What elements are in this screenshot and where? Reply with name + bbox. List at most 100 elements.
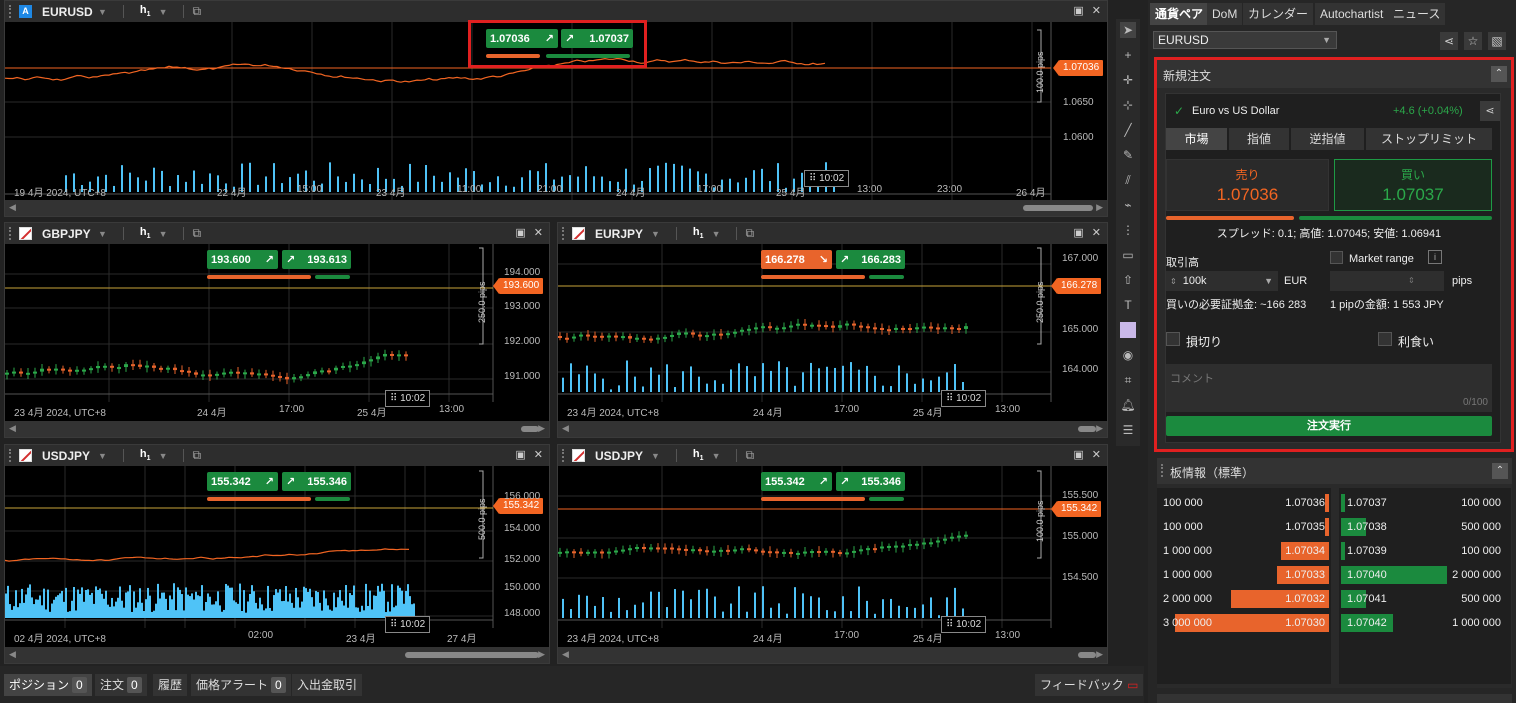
bid-row[interactable]: 1 000 000 1.07034	[1157, 542, 1331, 560]
close-icon[interactable]: ✕	[1092, 226, 1101, 239]
close-icon[interactable]: ✕	[1092, 4, 1101, 17]
chevron-down-icon[interactable]: ▼	[712, 229, 721, 239]
chevron-down-icon[interactable]: ▼	[712, 451, 721, 461]
symbol-name[interactable]: EURUSD	[42, 5, 98, 19]
pair-select[interactable]: EURUSD ▼	[1153, 31, 1337, 49]
symbol-name[interactable]: GBPJPY	[42, 227, 98, 241]
tab-calendar[interactable]: カレンダー	[1243, 3, 1314, 25]
symbol-name[interactable]: EURJPY	[595, 227, 651, 241]
camera-icon[interactable]: ⌗	[1120, 372, 1136, 388]
buy-quote-box[interactable]: ↗ 155.346	[282, 472, 351, 491]
bid-row[interactable]: 1 000 000 1.07033	[1157, 566, 1331, 584]
bid-row[interactable]: 2 000 000 1.07032	[1157, 590, 1331, 608]
volume-input[interactable]: ⇕ 100k ▼	[1166, 271, 1278, 291]
text-icon[interactable]: T	[1120, 297, 1136, 313]
chart-scrollbar[interactable]: ◀ ▶	[5, 421, 549, 437]
fibonacci-icon[interactable]: ⫽	[1120, 172, 1136, 188]
price-chart[interactable]	[558, 244, 1107, 402]
chart-icon[interactable]: ▧	[1488, 32, 1506, 50]
pen-icon[interactable]: ✎	[1120, 147, 1136, 163]
link-icon[interactable]: ⧉	[745, 448, 754, 463]
ask-row[interactable]: 1.07042 1 000 000	[1339, 614, 1511, 632]
maximize-icon[interactable]: ▣	[515, 448, 525, 461]
chart-scrollbar[interactable]: ◀ ▶	[558, 647, 1107, 663]
collapse-icon[interactable]: ⌃	[1491, 66, 1507, 82]
collapse-icon[interactable]: ⌃	[1492, 463, 1508, 479]
chevron-down-icon[interactable]: ▼	[159, 451, 168, 461]
drag-handle-icon[interactable]	[9, 449, 13, 462]
tab-price-alerts[interactable]: 価格アラート 0	[191, 674, 291, 696]
tab-limit[interactable]: 指値	[1229, 128, 1289, 150]
link-icon[interactable]: ⧉	[745, 226, 754, 241]
share-icon[interactable]: ⋖	[1480, 101, 1500, 121]
bell-icon[interactable]: 🔔︎	[1120, 397, 1136, 413]
color-swatch[interactable]	[1120, 322, 1136, 338]
info-icon[interactable]: i	[1428, 250, 1442, 264]
line-icon[interactable]: ╱	[1120, 122, 1136, 138]
buy-quote-box[interactable]: ↗ 166.283	[836, 250, 905, 269]
drag-handle-icon[interactable]	[562, 227, 566, 240]
tab-stop-limit[interactable]: ストップリミット	[1366, 128, 1492, 150]
tab-deposits[interactable]: 入出金取引	[292, 674, 363, 696]
execute-order-button[interactable]: 注文実行	[1166, 416, 1492, 436]
chevron-down-icon[interactable]: ▼	[98, 7, 107, 17]
timeframe-selector[interactable]: h1	[693, 226, 704, 240]
maximize-icon[interactable]: ▣	[515, 226, 525, 239]
drag-handle-icon[interactable]	[1161, 464, 1164, 477]
measure-icon[interactable]: ⊹	[1120, 97, 1136, 113]
ask-row[interactable]: 1.07039 100 000	[1339, 542, 1511, 560]
sell-button[interactable]: 売り 1.07036	[1166, 159, 1329, 211]
tab-stop[interactable]: 逆指値	[1291, 128, 1364, 150]
bid-row[interactable]: 100 000 1.07036	[1157, 494, 1331, 512]
symbol-name[interactable]: USDJPY	[595, 449, 651, 463]
crosshair-plus-icon[interactable]: ✛	[1120, 72, 1136, 88]
arrow-up-icon[interactable]: ⇧	[1120, 272, 1136, 288]
bid-row[interactable]: 3 000 000 1.07030	[1157, 614, 1331, 632]
maximize-icon[interactable]: ▣	[1073, 226, 1083, 239]
drag-handle-icon[interactable]	[9, 5, 13, 18]
buy-quote-box[interactable]: ↗ 193.613	[282, 250, 351, 269]
tab-positions[interactable]: ポジション 0	[4, 674, 92, 696]
drag-handle-icon[interactable]	[562, 449, 566, 462]
tab-history[interactable]: 履歴	[153, 674, 188, 696]
rectangle-icon[interactable]: ▭	[1120, 247, 1136, 263]
close-icon[interactable]: ✕	[534, 226, 543, 239]
tab-news[interactable]: ニュース	[1388, 3, 1446, 25]
chart-eurusd[interactable]: A EURUSD ▼ h1 ▼ ⧉ ▣ ✕ 1.07036 ↗ ↗ 1.07037 1…	[4, 0, 1108, 217]
tab-currency-pairs[interactable]: 通貨ペア	[1150, 3, 1209, 25]
chevron-down-icon[interactable]: ▼	[651, 229, 660, 239]
price-chart[interactable]	[558, 466, 1107, 628]
tab-market[interactable]: 市場	[1166, 128, 1227, 150]
timeframe-selector[interactable]: h1	[140, 4, 151, 18]
ask-row[interactable]: 1.07037 100 000	[1339, 494, 1511, 512]
star-icon[interactable]: ☆	[1464, 32, 1482, 50]
chevron-down-icon[interactable]: ▼	[98, 229, 107, 239]
timeframe-selector[interactable]: h1	[693, 448, 704, 462]
tab-dom[interactable]: DoM	[1207, 3, 1243, 25]
ask-row[interactable]: 1.07038 500 000	[1339, 518, 1511, 536]
market-range-input[interactable]: ⇕	[1330, 271, 1444, 291]
circle-icon[interactable]: ◉	[1120, 347, 1136, 363]
close-icon[interactable]: ✕	[534, 448, 543, 461]
chart-scrollbar[interactable]: ◀ ▶	[558, 421, 1107, 437]
chevron-down-icon[interactable]: ▼	[159, 229, 168, 239]
symbol-name[interactable]: USDJPY	[42, 449, 98, 463]
sell-quote-box[interactable]: 166.278 ↘	[761, 250, 832, 269]
drag-handle-icon[interactable]	[9, 227, 13, 240]
buy-button[interactable]: 買い 1.07037	[1334, 159, 1492, 211]
bid-row[interactable]: 100 000 1.07035	[1157, 518, 1331, 536]
close-icon[interactable]: ✕	[1092, 448, 1101, 461]
chart-gbpjpy[interactable]: GBPJPY ▼ h1 ▼ ⧉ ▣ ✕ 193.600 ↗ ↗ 193.613 193…	[4, 222, 550, 438]
chevron-down-icon[interactable]: ▼	[651, 451, 660, 461]
comment-input[interactable]: コメント 0/100	[1166, 364, 1492, 412]
link-icon[interactable]: ⧉	[192, 4, 201, 19]
link-icon[interactable]: ⧉	[192, 226, 201, 241]
tab-orders[interactable]: 注文 0	[95, 674, 147, 696]
tab-autochartist[interactable]: Autochartist	[1315, 3, 1389, 25]
settings-icon[interactable]: ☰	[1120, 422, 1136, 438]
chart-scrollbar[interactable]: ◀ ▶	[5, 647, 549, 663]
chart-eurjpy[interactable]: EURJPY ▼ h1 ▼ ⧉ ▣ ✕ 166.278 ↘ ↗ 166.283 166…	[557, 222, 1108, 438]
maximize-icon[interactable]: ▣	[1073, 448, 1083, 461]
timeframe-selector[interactable]: h1	[140, 226, 151, 240]
market-range-checkbox[interactable]	[1330, 251, 1343, 264]
